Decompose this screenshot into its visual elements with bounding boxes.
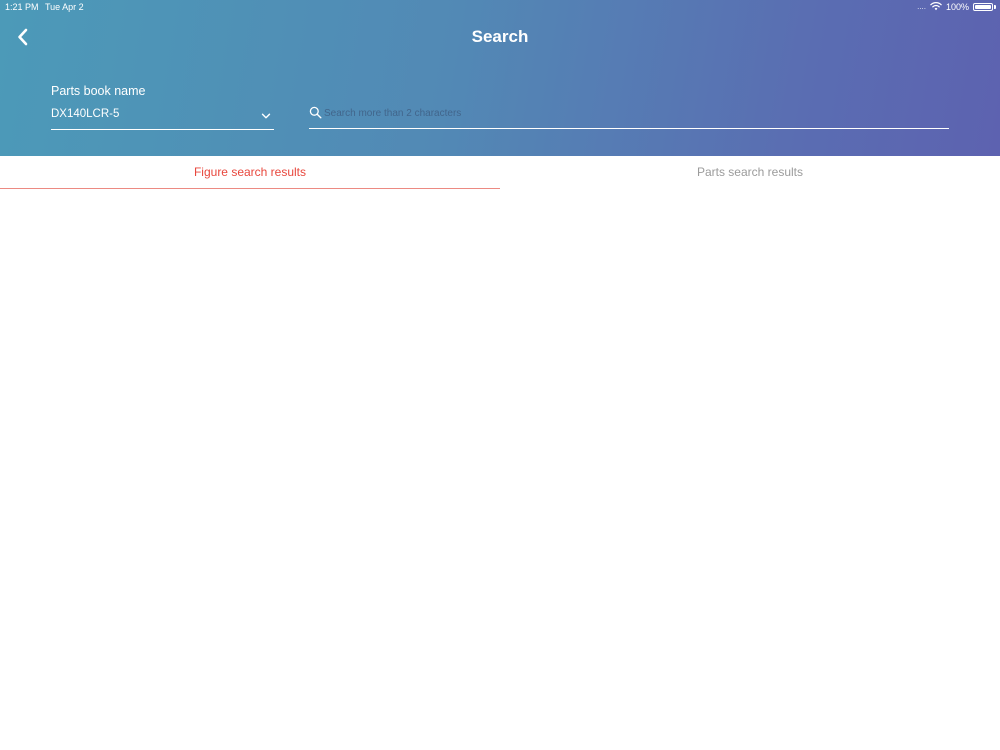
search-icon <box>309 106 322 119</box>
status-indicators: .... 100% <box>917 1 996 13</box>
battery-cap <box>994 5 996 9</box>
results-tabs: Figure search results Parts search resul… <box>0 156 1000 189</box>
status-date: Tue Apr 2 <box>45 2 84 12</box>
results-list <box>0 189 1000 750</box>
chevron-down-icon <box>261 113 271 119</box>
battery-fill <box>975 5 991 9</box>
status-bar: 1:21 PM Tue Apr 2 .... 100% <box>0 0 1000 16</box>
tab-figure-search-results[interactable]: Figure search results <box>0 156 500 189</box>
battery-icon <box>973 3 993 11</box>
tab-parts-search-results[interactable]: Parts search results <box>500 156 1000 189</box>
search-box <box>309 102 949 129</box>
page-title: Search <box>471 27 529 46</box>
parts-book-selected-value: DX140LCR-5 <box>51 108 120 120</box>
battery-percentage: 100% <box>945 2 969 12</box>
cellular-signal-icon: .... <box>917 2 926 11</box>
parts-book-select[interactable]: DX140LCR-5 <box>51 104 274 130</box>
search-input[interactable] <box>324 104 944 122</box>
wifi-icon <box>930 1 942 13</box>
parts-book-label: Parts book name <box>51 84 146 98</box>
status-time: 1:21 PM <box>5 2 39 12</box>
header: 1:21 PM Tue Apr 2 .... 100% Search Parts… <box>0 0 1000 156</box>
